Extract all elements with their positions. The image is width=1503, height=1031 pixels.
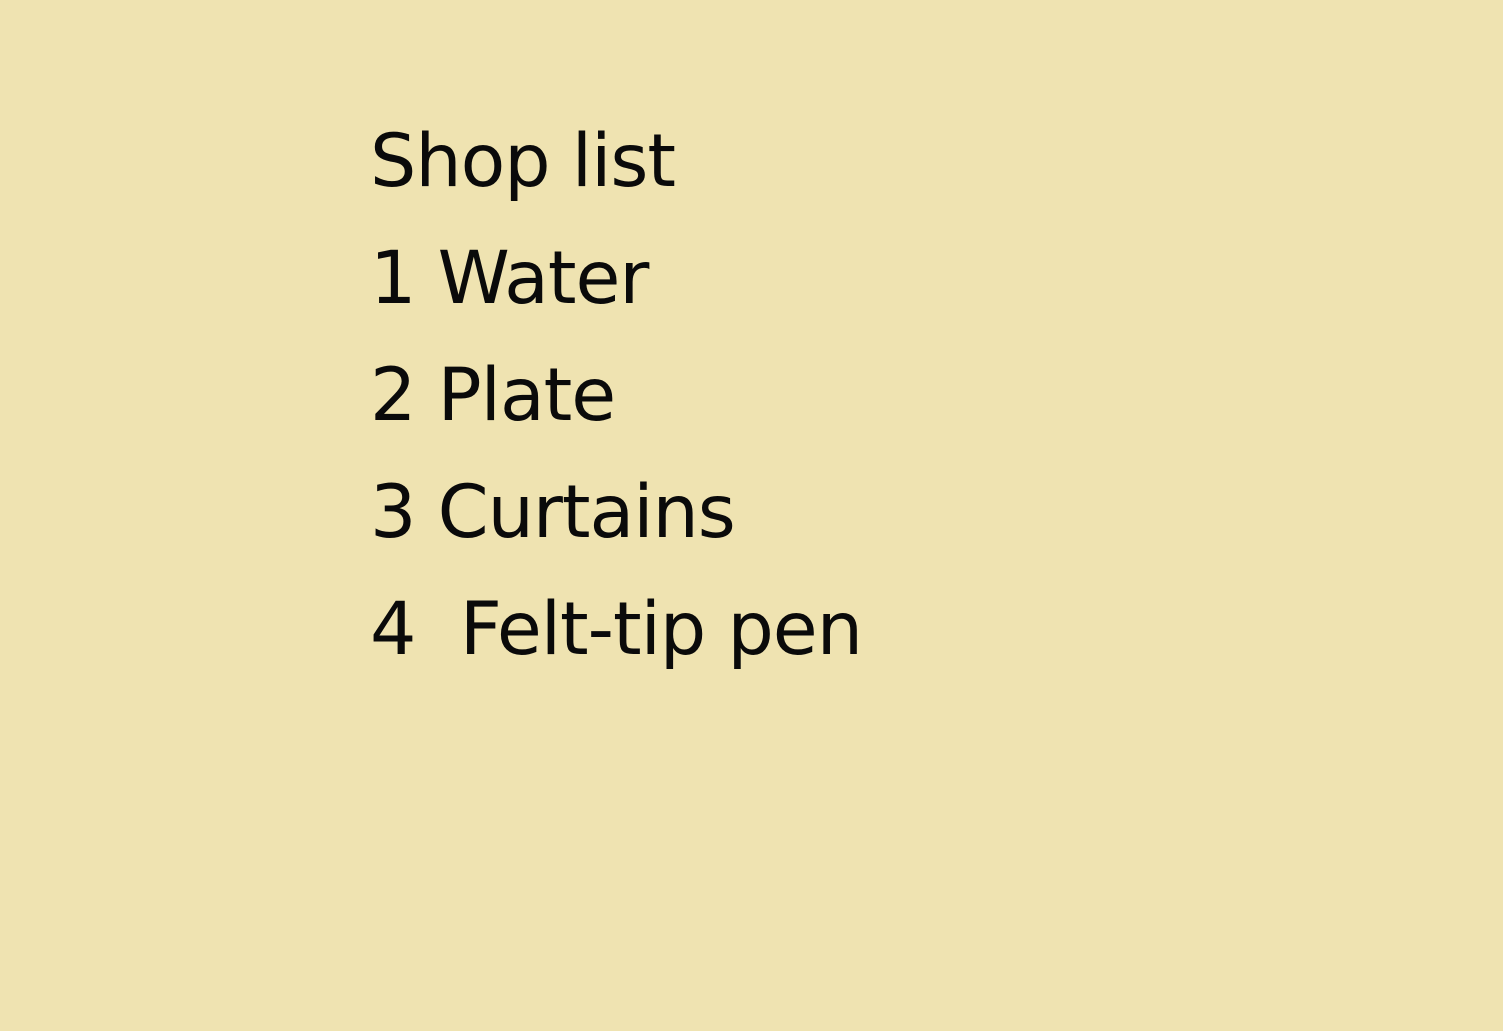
list-item-plate: 2 Plate — [370, 353, 616, 438]
list-item-water: 1 Water — [370, 236, 649, 321]
list-item-felt-tip-pen: 4 Felt-tip pen — [370, 587, 863, 672]
list-item-curtains: 3 Curtains — [370, 470, 736, 555]
shop-list: Shop list 1 Water 2 Plate 3 Curtains 4 F… — [370, 103, 863, 688]
list-title: Shop list — [370, 119, 676, 204]
